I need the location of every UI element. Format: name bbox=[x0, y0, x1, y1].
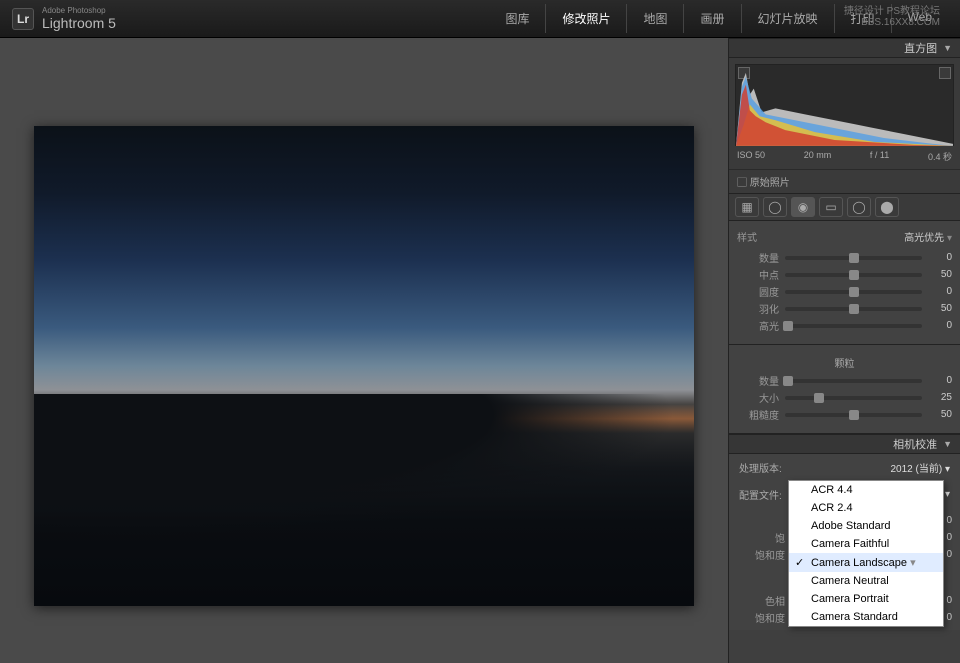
vignette-2-label: 圆度 bbox=[737, 284, 779, 299]
vignette-2-slider[interactable] bbox=[785, 290, 922, 294]
vignette-panel: 样式 高光优先 数量 0 中点 50 圆度 0 羽化 50 高光 0 bbox=[729, 221, 960, 345]
vignette-1-slider[interactable] bbox=[785, 273, 922, 277]
grain-2-value: 50 bbox=[928, 409, 952, 420]
original-photo-toggle[interactable]: 原始照片 bbox=[729, 169, 960, 193]
vignette-0-label: 数量 bbox=[737, 250, 779, 265]
vignette-0-slider[interactable] bbox=[785, 256, 922, 260]
grain-0-value: 0 bbox=[928, 375, 952, 386]
collapse-icon: ▼ bbox=[943, 43, 952, 53]
grain-1-slider[interactable] bbox=[785, 396, 922, 400]
logo-badge-icon: Lr bbox=[12, 8, 34, 30]
vignette-4-label: 高光 bbox=[737, 318, 779, 333]
brush-tool-icon[interactable]: ⬤ bbox=[875, 197, 899, 217]
spot-tool-icon[interactable]: ◯ bbox=[763, 197, 787, 217]
vignette-1-value: 50 bbox=[928, 269, 952, 280]
grain-panel: 颗粒 数量 0 大小 25 粗糙度 50 bbox=[729, 345, 960, 434]
vignette-4-value: 0 bbox=[928, 320, 952, 331]
nav-地图[interactable]: 地图 bbox=[627, 4, 684, 33]
nav-修改照片[interactable]: 修改照片 bbox=[546, 4, 627, 33]
grain-0-slider[interactable] bbox=[785, 379, 922, 383]
profile-dropdown[interactable]: ACR 4.4ACR 2.4Adobe StandardCamera Faith… bbox=[788, 480, 944, 627]
profile-option[interactable]: ACR 4.4 bbox=[789, 481, 943, 499]
redeye-tool-icon[interactable]: ◉ bbox=[791, 197, 815, 217]
profile-option[interactable]: Camera Neutral bbox=[789, 572, 943, 590]
process-select[interactable]: 2012 (当前) bbox=[891, 460, 951, 475]
crop-tool-icon[interactable]: ▦ bbox=[735, 197, 759, 217]
app-logo: Lr Adobe Photoshop Lightroom 5 bbox=[12, 7, 116, 31]
calibration-header[interactable]: 相机校准▼ bbox=[729, 434, 960, 454]
vignette-3-slider[interactable] bbox=[785, 307, 922, 311]
collapse-icon: ▼ bbox=[943, 439, 952, 449]
profile-option[interactable]: Adobe Standard bbox=[789, 517, 943, 535]
vignette-0-value: 0 bbox=[928, 252, 952, 263]
vignette-2-value: 0 bbox=[928, 286, 952, 297]
photo-canvas[interactable] bbox=[0, 38, 728, 663]
histogram-header[interactable]: 直方图▼ bbox=[729, 38, 960, 58]
grain-1-value: 25 bbox=[928, 392, 952, 403]
profile-option[interactable]: Camera Faithful bbox=[789, 535, 943, 553]
gradient-tool-icon[interactable]: ▭ bbox=[819, 197, 843, 217]
vignette-3-value: 50 bbox=[928, 303, 952, 314]
app-name: Lightroom 5 bbox=[42, 15, 116, 31]
grain-2-label: 粗糙度 bbox=[737, 407, 779, 422]
nav-图库[interactable]: 图库 bbox=[489, 4, 546, 33]
nav-画册[interactable]: 画册 bbox=[684, 4, 741, 33]
preview-image bbox=[34, 126, 694, 606]
vignette-1-label: 中点 bbox=[737, 267, 779, 282]
histogram[interactable] bbox=[735, 64, 954, 146]
grain-2-slider[interactable] bbox=[785, 413, 922, 417]
process-version-row: 处理版本: 2012 (当前) bbox=[729, 454, 960, 481]
adobe-label: Adobe Photoshop bbox=[42, 7, 116, 15]
style-label: 样式 bbox=[737, 229, 757, 244]
radial-tool-icon[interactable]: ◯ bbox=[847, 197, 871, 217]
profile-option[interactable]: Camera Portrait bbox=[789, 590, 943, 608]
nav-幻灯片放映[interactable]: 幻灯片放映 bbox=[742, 4, 835, 33]
style-select[interactable]: 高光优先 bbox=[904, 229, 952, 244]
grain-1-label: 大小 bbox=[737, 390, 779, 405]
vignette-4-slider[interactable] bbox=[785, 324, 922, 328]
top-bar: Lr Adobe Photoshop Lightroom 5 图库修改照片地图画… bbox=[0, 0, 960, 38]
profile-option[interactable]: Camera Standard bbox=[789, 608, 943, 626]
exif-labels: ISO 50 20 mm f / 11 0.4 秒 bbox=[735, 146, 954, 163]
tool-strip: ▦ ◯ ◉ ▭ ◯ ⬤ bbox=[729, 193, 960, 221]
vignette-3-label: 羽化 bbox=[737, 301, 779, 316]
profile-option[interactable]: Camera Landscape bbox=[789, 553, 943, 572]
watermark: 捷径设计 PS教程论坛 BBS.16XX8.COM bbox=[844, 2, 940, 28]
grain-title: 颗粒 bbox=[737, 351, 952, 372]
profile-option[interactable]: ACR 2.4 bbox=[789, 499, 943, 517]
grain-0-label: 数量 bbox=[737, 373, 779, 388]
